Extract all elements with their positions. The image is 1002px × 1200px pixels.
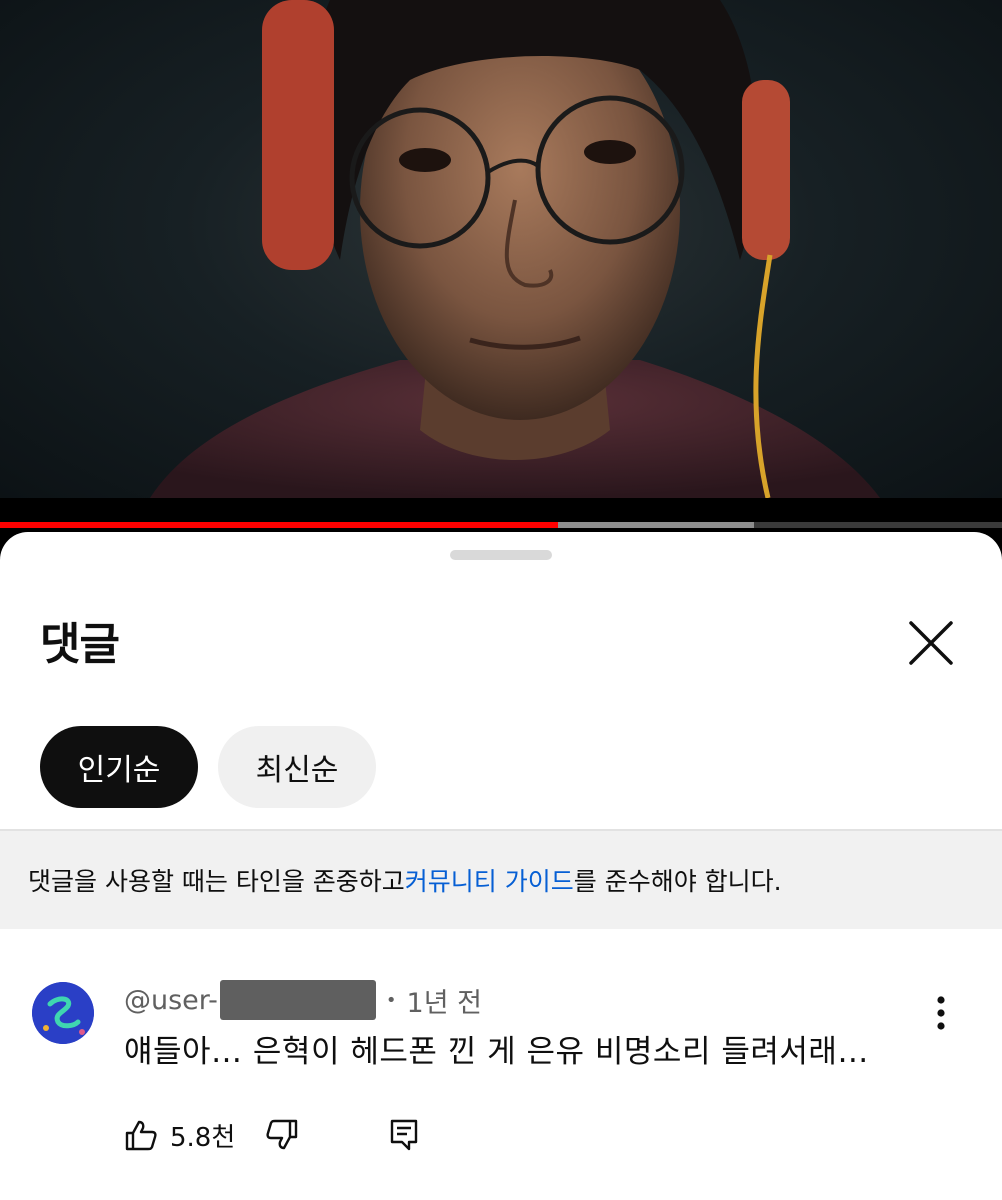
close-button[interactable] xyxy=(900,612,962,674)
sort-chip-popular[interactable]: 인기순 xyxy=(40,726,198,808)
thumbs-down-icon xyxy=(266,1119,298,1150)
avatar[interactable] xyxy=(32,982,94,1044)
meta-separator: • xyxy=(385,989,397,1011)
video-progress-bar[interactable] xyxy=(0,522,1002,528)
comment-time: 1년 전 xyxy=(406,987,482,1019)
more-vertical-icon xyxy=(937,996,945,1030)
progress-played xyxy=(0,522,559,528)
comment-author[interactable]: @user- xyxy=(124,985,218,1016)
dislike-button[interactable] xyxy=(265,1110,299,1160)
comment-meta: @user- • 1년 전 xyxy=(124,980,482,1020)
comment-actions: 5.8천 xyxy=(124,1110,419,1160)
comments-sheet: 댓글 인기순 최신순 댓글을 사용할 때는 타인을 존중하고 커뮤니티 가이드 를… xyxy=(0,532,1002,1200)
close-icon xyxy=(909,621,953,665)
reply-icon xyxy=(391,1119,418,1151)
sort-chip-newest[interactable]: 최신순 xyxy=(218,726,376,808)
comment-more-button[interactable] xyxy=(920,992,962,1034)
community-notice: 댓글을 사용할 때는 타인을 존중하고 커뮤니티 가이드 를 준수해야 합니다. xyxy=(0,829,1002,929)
video-player[interactable] xyxy=(0,0,1002,498)
community-guidelines-link[interactable]: 커뮤니티 가이드 xyxy=(405,862,574,898)
thumbs-up-icon xyxy=(125,1120,157,1151)
like-count: 5.8천 xyxy=(170,1122,236,1153)
redacted-username xyxy=(219,980,376,1020)
comments-title: 댓글 xyxy=(40,619,120,670)
reply-button[interactable] xyxy=(389,1110,419,1160)
video-frame-image xyxy=(150,0,880,498)
drag-handle[interactable] xyxy=(450,550,552,560)
notice-text-before: 댓글을 사용할 때는 타인을 존중하고 xyxy=(28,867,405,896)
notice-text-after: 를 준수해야 합니다. xyxy=(573,867,782,896)
like-button[interactable] xyxy=(124,1110,158,1160)
avatar-image xyxy=(32,982,94,1044)
comment-text: 얘들아… 은혁이 헤드폰 낀 게 은유 비명소리 들려서래… xyxy=(124,1034,869,1070)
